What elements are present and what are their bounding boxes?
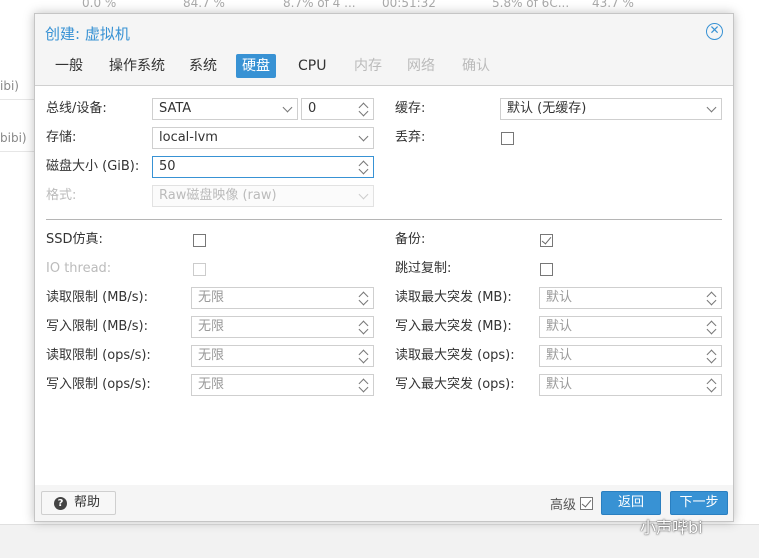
placeholder-text: 默认 — [546, 377, 573, 392]
tab-system[interactable]: 系统 — [183, 54, 223, 78]
placeholder-text: 默认 — [546, 290, 573, 305]
bg-stat: 84.7 % — [183, 0, 225, 10]
chevron-down-icon[interactable] — [706, 102, 717, 113]
bus-select[interactable]: SATA — [152, 98, 298, 120]
discard-checkbox[interactable] — [501, 132, 514, 145]
close-icon[interactable]: ✕ — [706, 23, 723, 40]
read-limit-ops-input[interactable]: 无限 — [191, 345, 374, 367]
bg-stat: 00:51:32 — [382, 0, 436, 10]
disk-size-value: 50 — [159, 159, 176, 174]
discard-label: 丢弃: — [395, 130, 426, 145]
placeholder-text: 无限 — [198, 319, 225, 334]
spinner-icon[interactable] — [707, 290, 717, 306]
bg-stat: 8.7% of 4 ... — [283, 0, 356, 10]
write-burst-mb-label: 写入最大突发 (MB): — [395, 319, 512, 334]
skip-replication-checkbox[interactable] — [540, 263, 553, 276]
read-burst-ops-label: 读取最大突发 (ops): — [395, 348, 515, 363]
write-limit-ops-input[interactable]: 无限 — [191, 374, 374, 396]
bg-stat: 0.0 % — [82, 0, 117, 10]
write-burst-ops-label: 写入最大突发 (ops): — [395, 377, 515, 392]
write-limit-mbs-input[interactable]: 无限 — [191, 316, 374, 338]
tab-disks[interactable]: 硬盘 — [236, 54, 276, 78]
dialog-footer: ? 帮助 高级 返回 下一步 — [35, 486, 733, 522]
spinner-icon[interactable] — [359, 101, 369, 117]
format-select: Raw磁盘映像 (raw) — [152, 185, 374, 207]
placeholder-text: 无限 — [198, 348, 225, 363]
spinner-icon[interactable] — [359, 159, 369, 175]
storage-value: local-lvm — [159, 130, 218, 145]
spinner-icon[interactable] — [707, 319, 717, 335]
question-circle-icon: ? — [54, 497, 67, 510]
bg-stat: 43.7 % — [592, 0, 634, 10]
format-label: 格式: — [46, 188, 77, 203]
next-button[interactable]: 下一步 — [670, 491, 728, 515]
write-burst-mb-input[interactable]: 默认 — [539, 316, 722, 338]
ssd-emulation-label: SSD仿真: — [46, 232, 103, 247]
spinner-icon[interactable] — [707, 377, 717, 393]
create-vm-dialog: 创建: 虚拟机 ✕ 一般 操作系统 系统 硬盘 CPU 内存 网络 确认 总线/… — [34, 13, 734, 522]
io-thread-checkbox — [193, 263, 206, 276]
back-button[interactable]: 返回 — [601, 491, 661, 515]
dialog-title: 创建: 虚拟机 — [45, 25, 130, 43]
section-divider — [46, 219, 722, 220]
disk-size-input[interactable]: 50 — [152, 156, 374, 178]
chevron-down-icon[interactable] — [282, 102, 293, 113]
ssd-emulation-checkbox[interactable] — [193, 234, 206, 247]
read-limit-ops-label: 读取限制 (ops/s): — [46, 348, 151, 363]
write-limit-mbs-label: 写入限制 (MB/s): — [46, 319, 148, 334]
background-list: ibi) bibi) — [0, 60, 34, 540]
bus-device-label: 总线/设备: — [46, 101, 107, 116]
chevron-down-icon — [358, 189, 369, 200]
background-stats-row: 0.0 % 84.7 % 8.7% of 4 ... 00:51:32 5.8%… — [0, 0, 759, 12]
device-number-spinner[interactable]: 0 — [301, 98, 374, 120]
write-limit-ops-label: 写入限制 (ops/s): — [46, 377, 151, 392]
write-burst-ops-input[interactable]: 默认 — [539, 374, 722, 396]
disk-size-label: 磁盘大小 (GiB): — [46, 159, 140, 174]
chevron-down-icon[interactable] — [358, 131, 369, 142]
advanced-label: 高级 — [550, 498, 577, 513]
placeholder-text: 无限 — [198, 377, 225, 392]
read-burst-ops-input[interactable]: 默认 — [539, 345, 722, 367]
tab-memory: 内存 — [354, 58, 382, 74]
spinner-icon[interactable] — [359, 377, 369, 393]
bus-value: SATA — [159, 101, 192, 116]
spinner-icon[interactable] — [359, 348, 369, 364]
bg-row: bibi) — [0, 124, 34, 152]
read-burst-mb-label: 读取最大突发 (MB): — [395, 290, 512, 305]
cache-value: 默认 (无缓存) — [507, 101, 587, 116]
bg-row: ibi) — [0, 72, 34, 100]
storage-label: 存储: — [46, 130, 77, 145]
placeholder-text: 默认 — [546, 348, 573, 363]
format-value: Raw磁盘映像 (raw) — [159, 188, 277, 203]
watermark: 小声哔bi — [640, 518, 703, 537]
tab-os[interactable]: 操作系统 — [103, 54, 171, 78]
help-button[interactable]: ? 帮助 — [41, 491, 116, 515]
read-burst-mb-input[interactable]: 默认 — [539, 287, 722, 309]
placeholder-text: 默认 — [546, 319, 573, 334]
storage-select[interactable]: local-lvm — [152, 127, 374, 149]
backup-checkbox[interactable] — [540, 234, 553, 247]
tab-cpu[interactable]: CPU — [292, 54, 332, 78]
help-label: 帮助 — [74, 495, 101, 510]
disk-panel: 总线/设备: SATA 0 存储: local-lvm 磁盘大小 (GiB): … — [35, 85, 733, 485]
device-value: 0 — [308, 101, 317, 116]
spinner-icon[interactable] — [359, 319, 369, 335]
placeholder-text: 无限 — [198, 290, 225, 305]
tab-general[interactable]: 一般 — [49, 54, 89, 78]
bg-stat: 5.8% of 6C... — [492, 0, 570, 10]
tab-confirm: 确认 — [462, 58, 490, 74]
cache-select[interactable]: 默认 (无缓存) — [500, 98, 722, 120]
backup-label: 备份: — [395, 232, 426, 247]
read-limit-mbs-label: 读取限制 (MB/s): — [46, 290, 148, 305]
skip-replication-label: 跳过复制: — [395, 261, 452, 276]
spinner-icon[interactable] — [359, 290, 369, 306]
advanced-checkbox[interactable] — [580, 497, 593, 510]
cache-label: 缓存: — [395, 101, 426, 116]
io-thread-label: IO thread: — [46, 261, 112, 276]
tab-network: 网络 — [407, 58, 435, 74]
spinner-icon[interactable] — [707, 348, 717, 364]
read-limit-mbs-input[interactable]: 无限 — [191, 287, 374, 309]
